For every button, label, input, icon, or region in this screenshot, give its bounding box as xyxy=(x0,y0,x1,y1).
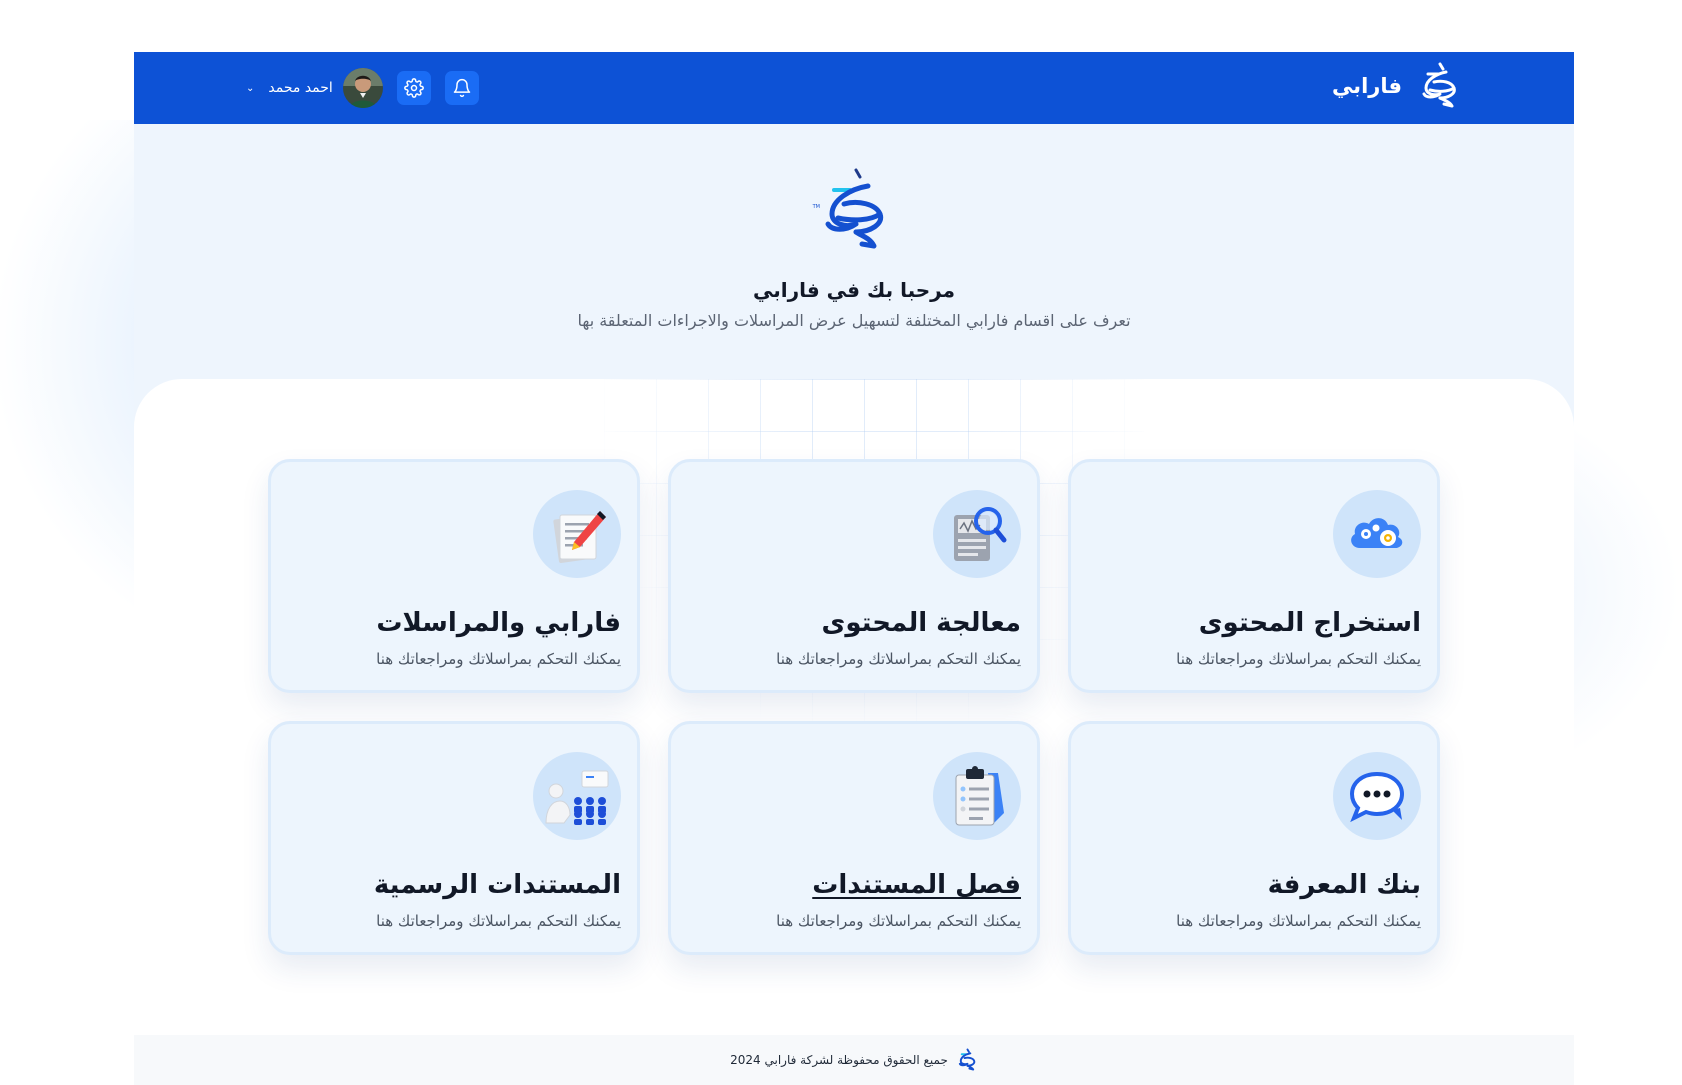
brand[interactable]: فارابي xyxy=(1332,60,1462,112)
user-name: احمد محمد xyxy=(268,80,333,96)
gear-icon xyxy=(403,78,424,98)
notifications-button[interactable] xyxy=(444,71,479,105)
hero: TM مرحبا بك في فارابي تعرف على اقسام فار… xyxy=(134,124,1574,384)
card-description: يمكنك التحكم بمراسلاتك ومراجعاتك هنا xyxy=(376,912,621,930)
footer: جميع الحقوق محفوظة لشركة فارابي 2024 xyxy=(134,1035,1574,1085)
welcome-title: مرحبا بك في فارابي xyxy=(753,278,955,302)
app-frame: فارابي ⌄ احمد محمد TM مرحبا بك في فارابي… xyxy=(134,52,1574,1085)
cloud-gear-icon xyxy=(1333,490,1421,578)
chat-bubble-icon xyxy=(1333,752,1421,840)
section-card-content-processing[interactable]: معالجة المحتوى يمكنك التحكم بمراسلاتك وم… xyxy=(668,459,1040,693)
sections-grid: استخراج المحتوى يمكنك التحكم بمراسلاتك و… xyxy=(268,459,1440,955)
user-menu[interactable]: ⌄ احمد محمد xyxy=(246,68,383,108)
section-card-knowledge-bank[interactable]: بنك المعرفة يمكنك التحكم بمراسلاتك ومراج… xyxy=(1068,721,1440,955)
welcome-subtitle: تعرف على اقسام فارابي المختلفة لتسهيل عر… xyxy=(577,311,1131,330)
brand-name: فارابي xyxy=(1331,74,1402,98)
card-description: يمكنك التحكم بمراسلاتك ومراجعاتك هنا xyxy=(376,650,621,668)
card-description: يمكنك التحكم بمراسلاتك ومراجعاتك هنا xyxy=(1176,650,1421,668)
main-panel: استخراج المحتوى يمكنك التحكم بمراسلاتك و… xyxy=(134,379,1574,1035)
presentation-people-icon xyxy=(533,752,621,840)
top-navbar: فارابي ⌄ احمد محمد xyxy=(134,52,1574,124)
card-description: يمكنك التحكم بمراسلاتك ومراجعاتك هنا xyxy=(776,912,1021,930)
chevron-down-icon[interactable]: ⌄ xyxy=(246,83,254,94)
card-title: فارابي والمراسلات xyxy=(376,608,621,638)
copyright-text: جميع الحقوق محفوظة لشركة فارابي 2024 xyxy=(730,1053,948,1067)
card-title: فصل المستندات xyxy=(812,870,1021,900)
section-card-document-separation[interactable]: فصل المستندات يمكنك التحكم بمراسلاتك ومر… xyxy=(668,721,1040,955)
svg-text:TM: TM xyxy=(812,204,820,210)
avatar[interactable] xyxy=(342,68,383,108)
card-title: معالجة المحتوى xyxy=(821,608,1021,638)
farabi-logo-icon xyxy=(1422,62,1456,108)
document-search-icon xyxy=(933,490,1021,578)
document-pencil-icon xyxy=(533,490,621,578)
user-area: ⌄ احمد محمد xyxy=(246,68,479,108)
farabi-logo-icon xyxy=(958,1048,976,1071)
card-title: المستندات الرسمية xyxy=(373,870,621,900)
page: فارابي ⌄ احمد محمد TM مرحبا بك في فارابي… xyxy=(0,0,1682,1085)
farabi-logo-icon: TM xyxy=(812,168,884,249)
card-description: يمكنك التحكم بمراسلاتك ومراجعاتك هنا xyxy=(776,650,1021,668)
section-card-official-documents[interactable]: المستندات الرسمية يمكنك التحكم بمراسلاتك… xyxy=(268,721,640,955)
clipboard-checklist-icon xyxy=(933,752,1021,840)
user-avatar-icon xyxy=(342,68,383,108)
settings-button[interactable] xyxy=(396,71,431,105)
card-title: بنك المعرفة xyxy=(1267,870,1421,900)
section-card-farabi-correspondence[interactable]: فارابي والمراسلات يمكنك التحكم بمراسلاتك… xyxy=(268,459,640,693)
bell-icon xyxy=(453,78,471,98)
card-title: استخراج المحتوى xyxy=(1198,608,1421,638)
card-description: يمكنك التحكم بمراسلاتك ومراجعاتك هنا xyxy=(1176,912,1421,930)
section-card-content-extraction[interactable]: استخراج المحتوى يمكنك التحكم بمراسلاتك و… xyxy=(1068,459,1440,693)
